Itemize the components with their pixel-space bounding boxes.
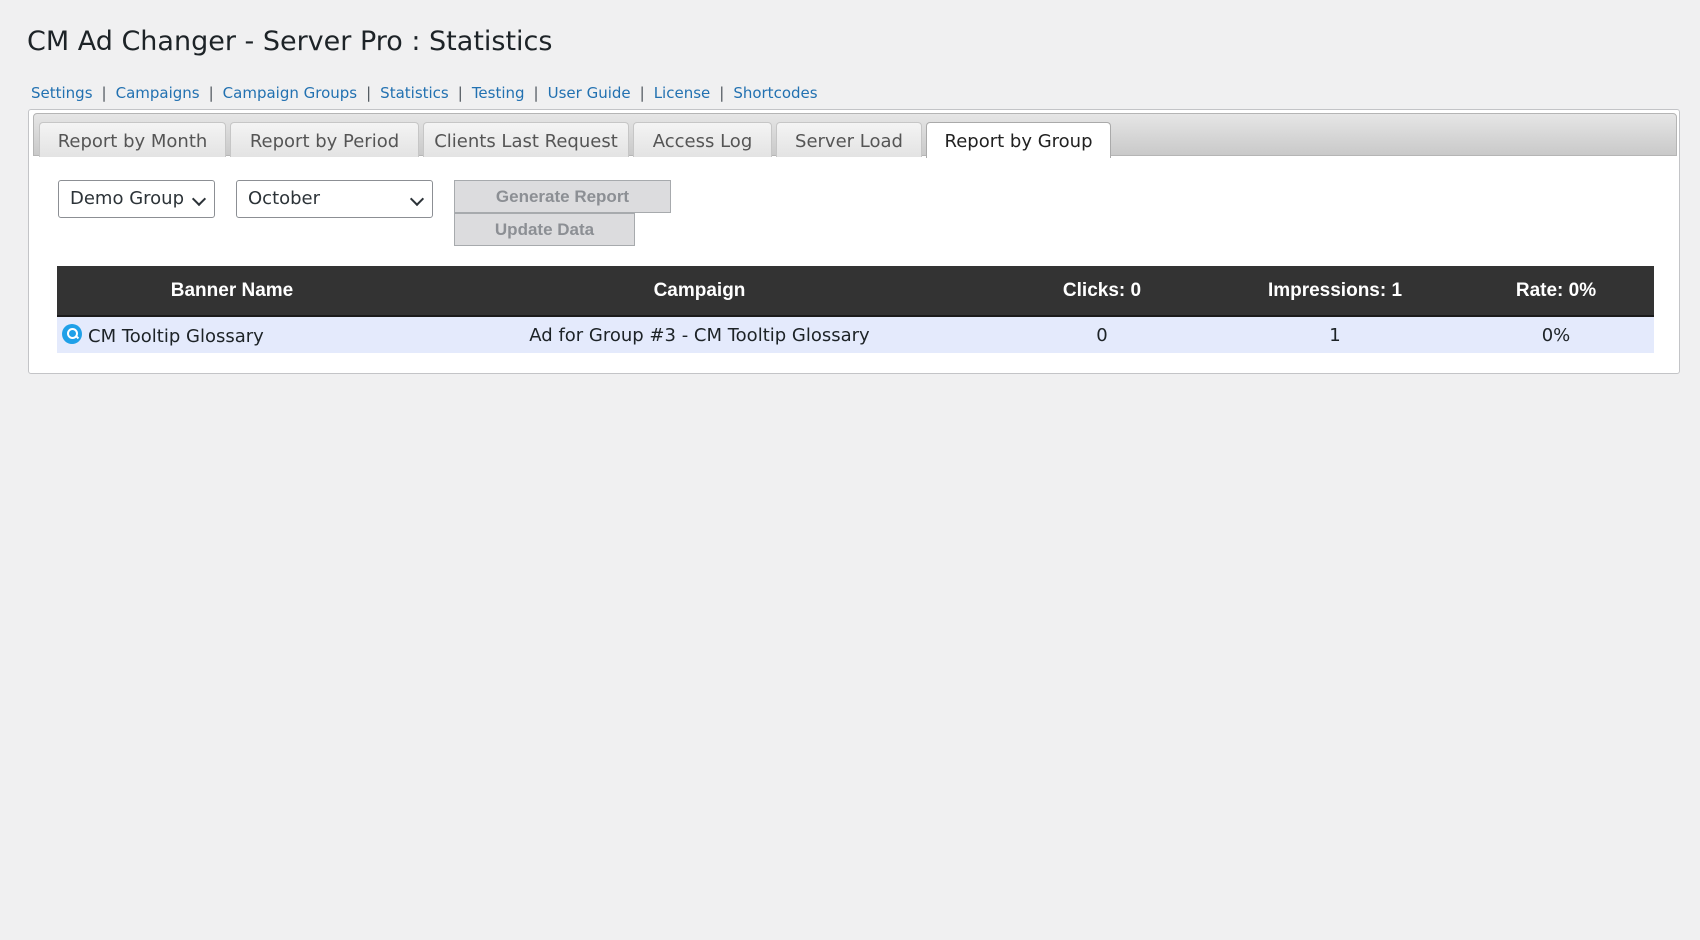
tab-clients-last-request[interactable]: Clients Last Request [423, 122, 629, 157]
nav-separator: | [366, 84, 372, 102]
chevron-down-icon [409, 191, 425, 207]
rate-cell: 0% [1458, 316, 1654, 353]
update-data-button[interactable]: Update Data [454, 213, 635, 246]
report-tab-bar: Report by Month Report by Period Clients… [33, 113, 1677, 158]
nav-link-campaigns[interactable]: Campaigns [116, 84, 200, 102]
nav-separator: | [457, 84, 463, 102]
group-report-table: Banner Name Campaign Clicks: 0 Impressio… [57, 266, 1654, 353]
column-header-rate[interactable]: Rate: 0% [1458, 266, 1654, 317]
column-header-campaign[interactable]: Campaign [407, 266, 992, 317]
nav-separator: | [533, 84, 539, 102]
nav-separator: | [639, 84, 645, 102]
column-header-clicks[interactable]: Clicks: 0 [992, 266, 1212, 317]
column-header-banner-name[interactable]: Banner Name [57, 266, 407, 317]
campaign-cell: Ad for Group #3 - CM Tooltip Glossary [407, 316, 992, 353]
nav-separator: | [208, 84, 214, 102]
nav-link-user-guide[interactable]: User Guide [548, 84, 631, 102]
column-header-impressions[interactable]: Impressions: 1 [1212, 266, 1458, 317]
nav-link-shortcodes[interactable]: Shortcodes [733, 84, 817, 102]
tab-report-by-group[interactable]: Report by Group [926, 122, 1111, 158]
group-select-value: Demo Group [70, 188, 185, 209]
tab-access-log[interactable]: Access Log [633, 122, 772, 157]
month-select-value: October [248, 188, 321, 209]
nav-link-statistics[interactable]: Statistics [380, 84, 449, 102]
nav-link-testing[interactable]: Testing [472, 84, 525, 102]
banner-name-cell: CM Tooltip Glossary [57, 316, 407, 353]
magnifier-circle-icon [62, 323, 82, 344]
chevron-down-icon [191, 191, 207, 207]
statistics-panel: Report by Month Report by Period Clients… [28, 109, 1680, 374]
tab-server-load[interactable]: Server Load [776, 122, 922, 157]
banner-name: CM Tooltip Glossary [88, 325, 264, 347]
group-select[interactable]: Demo Group [58, 180, 215, 218]
nav-link-campaign-groups[interactable]: Campaign Groups [223, 84, 357, 102]
tab-report-by-period[interactable]: Report by Period [230, 122, 419, 157]
nav-link-settings[interactable]: Settings [31, 84, 93, 102]
generate-report-button[interactable]: Generate Report [454, 180, 671, 213]
nav-separator: | [101, 84, 107, 102]
page-title: CM Ad Changer - Server Pro : Statistics [27, 26, 553, 57]
impressions-cell: 1 [1212, 316, 1458, 353]
tab-report-by-month[interactable]: Report by Month [39, 122, 226, 157]
table-row: CM Tooltip Glossary Ad for Group #3 - CM… [57, 316, 1654, 353]
nav-link-license[interactable]: License [654, 84, 711, 102]
clicks-cell: 0 [992, 316, 1212, 353]
plugin-nav: Settings | Campaigns | Campaign Groups |… [31, 84, 818, 102]
table-header-row: Banner Name Campaign Clicks: 0 Impressio… [57, 266, 1654, 317]
nav-separator: | [719, 84, 725, 102]
month-select[interactable]: October [236, 180, 433, 218]
